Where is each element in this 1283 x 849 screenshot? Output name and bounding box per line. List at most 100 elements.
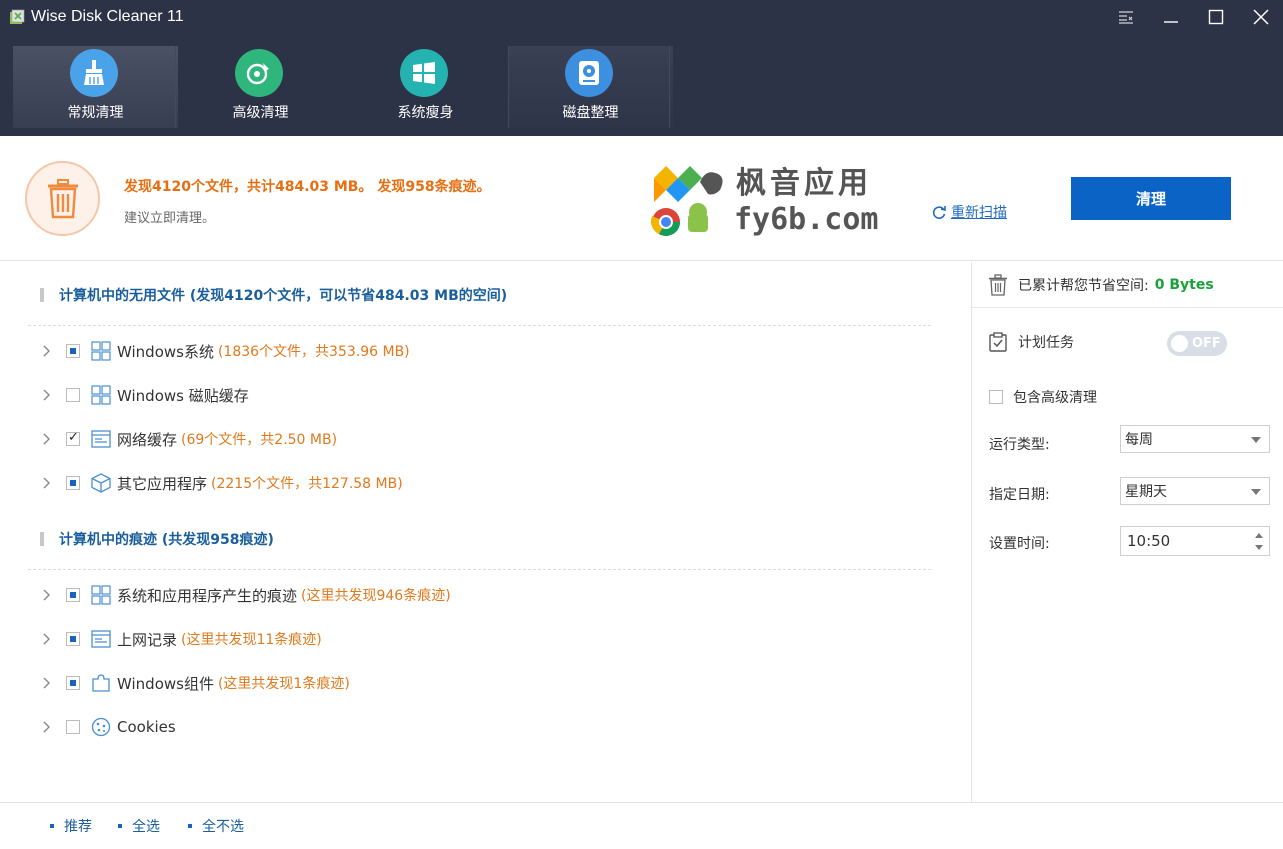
include-advanced-label: 包含高级清理 <box>1013 390 1097 406</box>
run-type-select[interactable]: 每周 <box>1120 425 1270 453</box>
list-item-cookies[interactable]: Cookies <box>40 715 180 739</box>
close-button[interactable] <box>1247 4 1275 30</box>
tab-label: 系统瘦身 <box>397 105 454 121</box>
tab-label: 常规清理 <box>67 105 124 121</box>
scan-results-list: 计算机中的无用文件 (发现4120个文件，可以节省484.03 MB的空间) W… <box>0 262 971 802</box>
maximize-button[interactable] <box>1202 4 1230 30</box>
chevron-right-icon[interactable] <box>40 433 54 445</box>
time-value: 10:50 <box>1127 532 1171 550</box>
section-title: 计算机中的痕迹 (共发现958痕迹) <box>59 532 274 548</box>
tab-regular-clean[interactable]: 常规清理 <box>13 46 178 128</box>
recommend-label: 推荐 <box>64 819 92 835</box>
item-checkbox[interactable] <box>66 588 80 602</box>
run-type-value: 每周 <box>1125 432 1153 448</box>
chevron-right-icon[interactable] <box>40 389 54 401</box>
time-label: 设置时间: <box>989 536 1050 552</box>
time-spinner[interactable]: 10:50 <box>1120 526 1270 556</box>
item-label: 网络缓存 <box>117 430 178 449</box>
windows-tiles-icon <box>90 340 112 362</box>
item-detail: (1836个文件，共353.96 MB) <box>217 344 410 360</box>
list-item-network-cache[interactable]: 网络缓存 (69个文件，共2.50 MB) <box>40 427 337 451</box>
chevron-right-icon[interactable] <box>40 721 54 733</box>
include-advanced-checkbox[interactable] <box>989 390 1003 404</box>
spin-up-icon[interactable] <box>1255 533 1263 538</box>
toggle-knob <box>1171 335 1188 352</box>
watermark-text-top: 枫音应用 <box>736 166 872 201</box>
schedule-panel: 已累计帮您节省空间: 0 Bytes 计划任务 OFF 包含高级清理 运行类型:… <box>971 262 1283 802</box>
saved-space-value: 0 Bytes <box>1154 277 1214 293</box>
dropdown-arrow-icon <box>1251 437 1261 443</box>
item-checkbox[interactable] <box>66 632 80 646</box>
chevron-right-icon[interactable] <box>40 589 54 601</box>
date-label: 指定日期: <box>989 487 1050 503</box>
browser-window-icon <box>90 628 112 650</box>
tab-advanced-clean[interactable]: 高级清理 <box>178 46 343 128</box>
item-checkbox[interactable] <box>66 344 80 358</box>
nav-tabs: 常规清理 高级清理 系统瘦身 磁盘整理 <box>13 46 673 128</box>
item-checkbox[interactable] <box>66 720 80 734</box>
schedule-task-row: 计划任务 <box>988 332 1074 352</box>
cookie-icon <box>90 716 112 738</box>
item-checkbox[interactable] <box>66 430 80 446</box>
bullet-icon <box>118 824 122 828</box>
windows-icon <box>400 49 448 97</box>
schedule-task-label: 计划任务 <box>1018 335 1074 351</box>
chevron-right-icon[interactable] <box>40 677 54 689</box>
footer: 推荐 全选 全不选 <box>0 802 1283 849</box>
clean-button[interactable]: 清理 <box>1071 177 1231 220</box>
schedule-toggle[interactable]: OFF <box>1167 331 1227 356</box>
scan-result-text: 发现4120个文件，共计484.03 MB。 发现958条痕迹。 <box>124 179 491 195</box>
scan-summary: 发现4120个文件，共计484.03 MB。 发现958条痕迹。 建议立即清理。… <box>0 136 1283 261</box>
nav-divider <box>669 46 670 128</box>
tab-system-slim[interactable]: 系统瘦身 <box>343 46 508 128</box>
package-box-icon <box>90 472 112 494</box>
list-item-windows-components[interactable]: Windows组件 (这里共发现1条痕迹) <box>40 671 350 695</box>
spin-down-icon[interactable] <box>1255 545 1263 550</box>
divider <box>28 569 931 570</box>
title-bar: Wise Disk Cleaner 11 <box>0 0 1283 36</box>
include-advanced-row[interactable]: 包含高级清理 <box>989 387 1097 407</box>
menu-icon <box>1119 11 1133 24</box>
header: Wise Disk Cleaner 11 常规清理 高级清理 系统瘦身 磁盘整理 <box>0 0 1283 136</box>
date-select[interactable]: 星期天 <box>1120 477 1270 505</box>
divider <box>972 307 1283 308</box>
item-detail: (这里共发现11条痕迹) <box>181 632 322 648</box>
tab-disk-defrag[interactable]: 磁盘整理 <box>508 46 673 128</box>
item-checkbox[interactable] <box>66 476 80 490</box>
disk-icon <box>565 49 613 97</box>
chevron-right-icon[interactable] <box>40 477 54 489</box>
list-item-windows-tile-cache[interactable]: Windows 磁贴缓存 <box>40 383 253 407</box>
list-item-browsing-history[interactable]: 上网记录 (这里共发现11条痕迹) <box>40 627 322 651</box>
list-item-windows-system[interactable]: Windows系统 (1836个文件，共353.96 MB) <box>40 339 410 363</box>
recommend-link[interactable]: 推荐 <box>50 816 92 836</box>
date-value: 星期天 <box>1125 484 1167 500</box>
item-detail: (这里共发现946条痕迹) <box>301 588 451 604</box>
nav-divider <box>175 46 176 128</box>
item-label: Cookies <box>117 718 176 736</box>
select-all-link[interactable]: 全选 <box>118 816 160 836</box>
rescan-link[interactable]: 重新扫描 <box>931 202 1007 222</box>
tab-label: 磁盘整理 <box>562 105 619 121</box>
watermark-text-bottom: fy6b.com <box>734 202 879 237</box>
select-none-link[interactable]: 全不选 <box>188 816 244 836</box>
watermark: 枫音应用 fy6b.com <box>648 156 888 244</box>
item-label: Windows组件 <box>117 674 214 693</box>
list-item-other-apps[interactable]: 其它应用程序 (2215个文件，共127.58 MB) <box>40 471 403 495</box>
menu-button[interactable] <box>1112 4 1140 30</box>
item-checkbox[interactable] <box>66 676 80 690</box>
item-detail: (2215个文件，共127.58 MB) <box>211 476 403 492</box>
trash-small-icon <box>989 274 1007 296</box>
bullet-icon <box>188 824 192 828</box>
refresh-icon <box>932 206 946 219</box>
app-title: Wise Disk Cleaner 11 <box>31 8 184 25</box>
tab-label: 高级清理 <box>232 105 289 121</box>
clipboard-check-icon <box>989 332 1007 352</box>
minimize-button[interactable] <box>1157 4 1185 30</box>
list-item-system-app-traces[interactable]: 系统和应用程序产生的痕迹 (这里共发现946条痕迹) <box>40 583 451 607</box>
item-label: Windows 磁贴缓存 <box>117 386 249 405</box>
chevron-right-icon[interactable] <box>40 633 54 645</box>
chevron-right-icon[interactable] <box>40 345 54 357</box>
item-checkbox[interactable] <box>66 388 80 402</box>
divider <box>28 325 931 326</box>
item-label: 上网记录 <box>117 630 178 649</box>
